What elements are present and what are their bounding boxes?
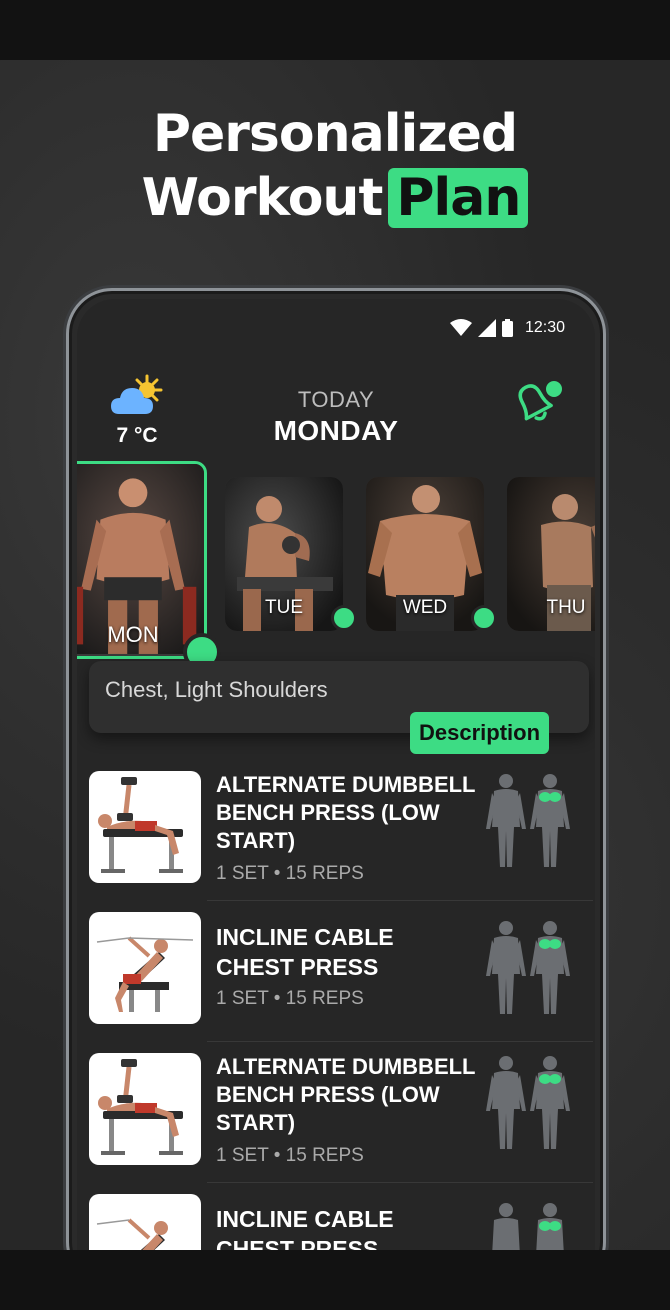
- day-label-thu: THU: [546, 597, 586, 618]
- row-divider: [207, 1041, 593, 1042]
- status-bar: 12:30: [449, 319, 565, 337]
- headline-line-1: Personalized: [152, 104, 518, 164]
- signal-icon: [477, 319, 496, 337]
- phone-frame: 12:30 7 °C TODAY MONDAY MON TUE WED THU …: [66, 288, 606, 1288]
- wifi-icon: [449, 319, 472, 336]
- exercise-name: INCLINE CABLE CHEST PRESS: [216, 924, 394, 980]
- exercise-illustration: [89, 1053, 201, 1165]
- bottom-letterbox: [0, 1250, 670, 1310]
- day-label-wed: WED: [402, 597, 448, 618]
- exercise-name: ALTERNATE DUMBBELL BENCH PRESS (LOW STAR…: [216, 1054, 476, 1135]
- headline-line-2: Workout Plan: [0, 166, 670, 230]
- exercise-illustration: [89, 771, 201, 883]
- day-label-tue: TUE: [265, 597, 303, 618]
- day-done-indicator: [471, 605, 497, 631]
- exercise-name: ALTERNATE DUMBBELL BENCH PRESS (LOW STAR…: [216, 772, 476, 853]
- muscle-map-icon: [486, 921, 570, 1014]
- day-card-tue[interactable]: TUE: [225, 477, 343, 631]
- exercise-sets-reps: 1 SET • 15 REPS: [216, 988, 364, 1009]
- day-done-indicator: [331, 605, 357, 631]
- status-time: 12:30: [524, 319, 565, 336]
- exercise-row[interactable]: ALTERNATE DUMBBELL BENCH PRESS (LOW STAR…: [89, 1053, 593, 1183]
- headline-word: Workout: [141, 168, 384, 228]
- day-card-thu[interactable]: THU: [507, 477, 595, 631]
- exercise-row[interactable]: INCLINE CABLE CHEST PRESS 1 SET • 15 REP…: [89, 912, 593, 1042]
- headline-highlight: Plan: [388, 168, 529, 228]
- day-card-mon[interactable]: MON: [77, 461, 207, 659]
- muscle-map-icon: [486, 774, 570, 867]
- bell-icon[interactable]: [507, 377, 567, 429]
- target-muscles: Chest, Light Shoulders: [105, 677, 328, 702]
- day-selector: MON TUE WED THU: [77, 461, 595, 671]
- exercise-illustration: [89, 912, 201, 1024]
- exercise-row[interactable]: ALTERNATE DUMBBELL BENCH PRESS (LOW STAR…: [89, 771, 593, 901]
- muscle-map-icon: [486, 1056, 570, 1149]
- top-letterbox: [0, 0, 670, 60]
- promo-headline: Personalized Workout Plan: [0, 102, 670, 230]
- battery-icon: [501, 319, 513, 337]
- row-divider: [207, 1182, 593, 1183]
- exercise-sets-reps: 1 SET • 15 REPS: [216, 863, 364, 884]
- exercise-sets-reps: 1 SET • 15 REPS: [216, 1145, 364, 1166]
- app-screen: 12:30 7 °C TODAY MONDAY MON TUE WED THU …: [77, 299, 595, 1285]
- row-divider: [207, 900, 593, 901]
- description-button[interactable]: Description: [410, 712, 550, 754]
- day-card-wed[interactable]: WED: [366, 477, 484, 631]
